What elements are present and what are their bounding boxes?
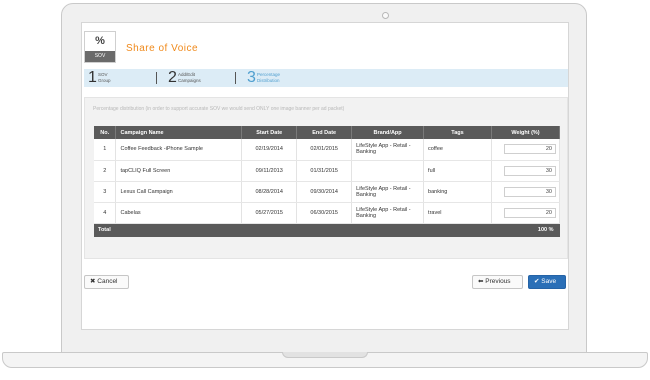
weight-input[interactable]: 30: [503, 165, 556, 176]
table-row: 3 Lexus Call Campaign 08/28/2014 09/30/2…: [94, 181, 561, 203]
save-label: Save: [541, 278, 557, 285]
column-header: Start Date: [241, 126, 298, 139]
column-header: Campaign Name: [115, 126, 243, 139]
cancel-label: Cancel: [97, 278, 118, 285]
cell-brand: LifeStyle App - Retail - Banking: [351, 139, 425, 161]
cell-no: 3: [94, 181, 117, 203]
column-header: Brand/App: [351, 126, 425, 139]
cell-tags: travel: [423, 202, 492, 224]
total-label: Total: [94, 223, 492, 237]
cell-campaign: Lexus Call Campaign: [115, 181, 243, 203]
table-row: 2 tapCLIQ Full Screen 09/11/2013 01/31/2…: [94, 160, 561, 182]
cell-campaign: tapCLIQ Full Screen: [115, 160, 243, 182]
step-number: 3: [247, 69, 256, 86]
step-divider: [156, 72, 157, 84]
cell-weight: 20: [491, 202, 561, 224]
campaign-table: No. Campaign Name Start Date End Date Br…: [94, 126, 561, 237]
cell-start-date: 08/28/2014: [241, 181, 298, 203]
step-label: Percentage Distribution: [257, 72, 281, 83]
distribution-panel: Percentage distribution (in order to sup…: [84, 97, 568, 259]
previous-label: Previous: [485, 278, 511, 285]
weight-input[interactable]: 20: [503, 144, 556, 155]
column-header: End Date: [296, 126, 353, 139]
cell-tags: banking: [423, 181, 492, 203]
step-number: 1: [88, 69, 97, 86]
cell-tags: full: [423, 160, 492, 182]
step-label: SOV Group: [98, 72, 111, 83]
stage: % SOV Share of Voice 1 SOV Group 2 Add/Ed…: [0, 0, 650, 380]
camera-icon: [382, 12, 389, 19]
sov-icon: % SOV: [84, 31, 116, 63]
wizard-steps: 1 SOV Group 2 Add/Edit Campaigns 3 Percent…: [84, 69, 568, 87]
column-header: Weight (%): [491, 126, 561, 139]
cell-start-date: 09/11/2013: [241, 160, 298, 182]
cancel-button[interactable]: ✖ Cancel: [84, 275, 129, 289]
previous-button[interactable]: ⬅ Previous: [472, 275, 523, 289]
step-label: Add/Edit Campaigns: [178, 72, 201, 83]
cell-end-date: 02/01/2015: [296, 139, 353, 161]
page-header: % SOV Share of Voice: [84, 25, 568, 63]
cell-end-date: 06/30/2015: [296, 202, 353, 224]
cell-end-date: 01/31/2015: [296, 160, 353, 182]
total-row: Total 100 %: [94, 223, 560, 237]
close-icon: ✖: [90, 278, 96, 285]
page-title: Share of Voice: [126, 43, 199, 54]
cell-brand: LifeStyle App - Retail - Banking: [351, 202, 425, 224]
step-divider: [235, 72, 236, 84]
app-screen: % SOV Share of Voice 1 SOV Group 2 Add/Ed…: [81, 22, 569, 330]
sov-icon-label: SOV: [85, 51, 115, 62]
total-value: 100 %: [491, 223, 560, 237]
cell-tags: coffee: [423, 139, 492, 161]
weight-input[interactable]: 20: [503, 207, 556, 218]
table-row: 4 Cabelas 05/27/2015 06/30/2015 LifeStyl…: [94, 202, 561, 224]
cell-start-date: 02/19/2014: [241, 139, 298, 161]
table-row: 1 Coffee Feedback -iPhone Sample 02/19/2…: [94, 139, 561, 161]
save-button[interactable]: ✔ Save: [528, 275, 566, 289]
arrow-left-icon: ⬅: [478, 278, 484, 285]
percent-icon: %: [95, 35, 105, 47]
column-header: Tags: [423, 126, 492, 139]
cell-start-date: 05/27/2015: [241, 202, 298, 224]
cell-campaign: Coffee Feedback -iPhone Sample: [115, 139, 243, 161]
distribution-note: Percentage distribution (in order to sup…: [93, 106, 345, 112]
cell-no: 4: [94, 202, 117, 224]
check-icon: ✔: [534, 278, 540, 285]
cell-no: 2: [94, 160, 117, 182]
cell-weight: 30: [491, 181, 561, 203]
cell-weight: 30: [491, 160, 561, 182]
laptop-notch: [282, 352, 368, 358]
cell-no: 1: [94, 139, 117, 161]
cell-end-date: 09/30/2014: [296, 181, 353, 203]
weight-input[interactable]: 30: [503, 186, 556, 197]
step-number: 2: [168, 69, 177, 86]
cell-campaign: Cabelas: [115, 202, 243, 224]
table-header-row: No. Campaign Name Start Date End Date Br…: [94, 126, 561, 139]
cell-weight: 20: [491, 139, 561, 161]
cell-brand: LifeStyle App - Retail - Banking: [351, 181, 425, 203]
cell-brand: [351, 160, 425, 182]
column-header: No.: [94, 126, 117, 139]
